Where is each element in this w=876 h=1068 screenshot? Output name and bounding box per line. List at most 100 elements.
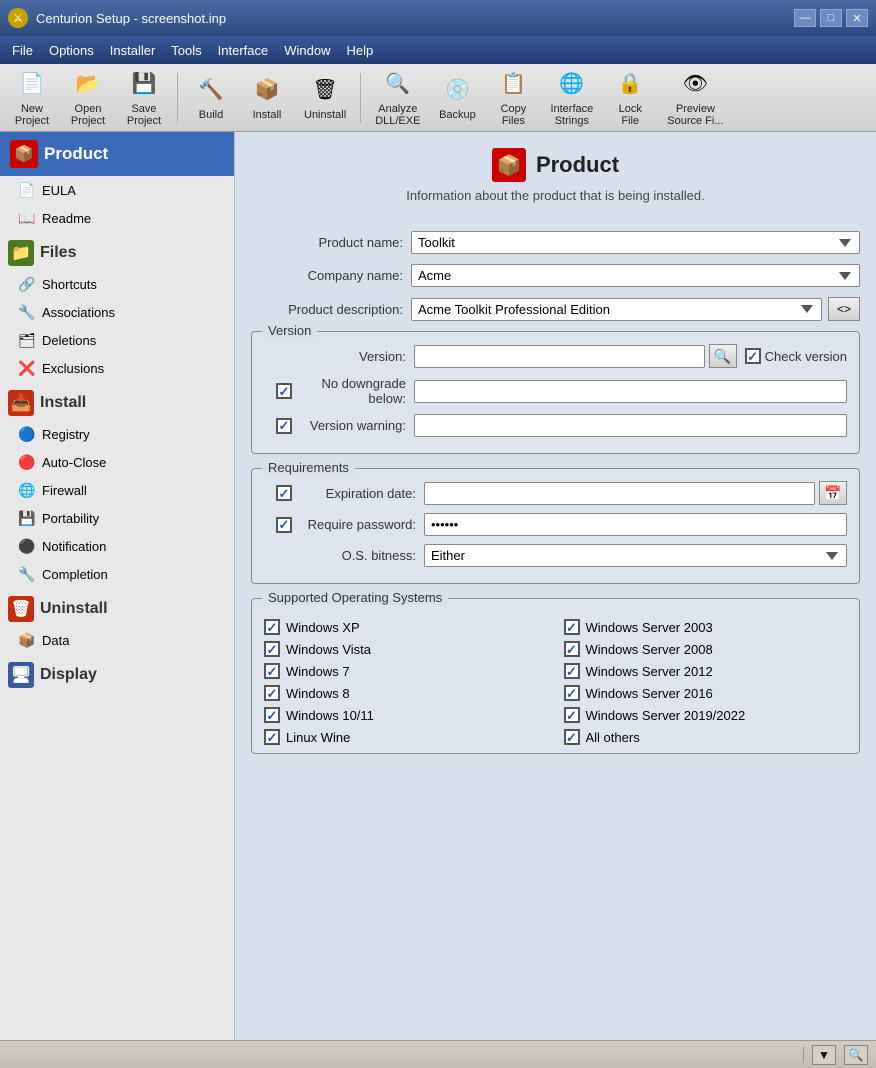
winxp-checkbox[interactable] [264,619,280,635]
backup-button[interactable]: 💿 Backup [431,69,483,126]
no-downgrade-label: No downgrade below: [304,376,414,406]
open-project-button[interactable]: 📂 OpenProject [62,63,114,132]
sidebar-item-readme[interactable]: 📖 Readme [0,204,234,232]
winserver2008-checkbox[interactable] [564,641,580,657]
interface-strings-button[interactable]: 🌐 InterfaceStrings [543,63,600,132]
require-password-input[interactable]: ****** [424,513,847,536]
uninstall-label: Uninstall [304,109,346,121]
status-separator [803,1047,804,1063]
analyze-dll-label: AnalyzeDLL/EXE [375,103,420,127]
menu-help[interactable]: Help [339,40,382,61]
win7-checkbox[interactable] [264,663,280,679]
linuxwine-checkbox[interactable] [264,729,280,745]
no-downgrade-input[interactable]: 1.0 [414,380,847,403]
uninstall-button[interactable]: 🗑 Uninstall [297,69,353,126]
sidebar-section-files[interactable]: 📁 Files [0,232,234,270]
no-downgrade-checkbox[interactable] [276,383,292,399]
sidebar-item-auto-close[interactable]: 🔴 Auto-Close [0,448,234,476]
expression-button[interactable]: <> [828,297,860,321]
win1011-checkbox[interactable] [264,707,280,723]
status-dropdown-button[interactable]: ▼ [812,1045,836,1065]
winserver2019-checkbox[interactable] [564,707,580,723]
winvista-checkbox[interactable] [264,641,280,657]
install-button[interactable]: 📦 Install [241,69,293,126]
menu-installer[interactable]: Installer [102,40,164,61]
associations-icon: 🔧 [18,303,36,321]
version-input[interactable]: 2.1 [414,345,705,368]
check-version-wrap: Check version [745,348,847,364]
save-project-button[interactable]: 💾 SaveProject [118,63,170,132]
calendar-button[interactable]: 📅 [819,481,847,505]
auto-close-icon: 🔴 [18,453,36,471]
menu-tools[interactable]: Tools [163,40,209,61]
sidebar-item-notification[interactable]: ⚫ Notification [0,532,234,560]
version-warning-input[interactable]: 2.0 [414,414,847,437]
supported-os-group: Supported Operating Systems Windows XP W… [251,598,860,754]
os-bitness-label: O.S. bitness: [304,548,424,563]
backup-icon: 💿 [441,74,473,106]
expiration-checkbox[interactable] [276,485,292,501]
sidebar-section-install[interactable]: 📥 Install [0,382,234,420]
sidebar-item-completion[interactable]: 🔧 Completion [0,560,234,588]
os-item-win7: Windows 7 [264,663,548,679]
maximize-button[interactable]: □ [820,9,842,27]
toolbar-separator-2 [360,73,361,123]
expiration-input[interactable]: 12/21/2017 [424,482,815,505]
version-browse-button[interactable]: 🔍 [709,344,737,368]
close-button[interactable]: ✕ [846,9,868,27]
os-item-winserver2003: Windows Server 2003 [564,619,848,635]
sidebar-item-product[interactable]: 📦 Product [0,132,234,176]
new-project-button[interactable]: 📄 NewProject [6,63,58,132]
copy-files-icon: 📋 [497,68,529,100]
lock-file-button[interactable]: 🔒 LockFile [604,63,656,132]
win7-label: Windows 7 [286,664,350,679]
winserver2008-label: Windows Server 2008 [586,642,713,657]
minimize-button[interactable]: — [794,9,816,27]
sidebar-item-deletions[interactable]: 🗂 Deletions [0,326,234,354]
product-desc-select[interactable]: Acme Toolkit Professional Edition [411,298,822,321]
sidebar-item-associations[interactable]: 🔧 Associations [0,298,234,326]
linuxwine-label: Linux Wine [286,730,350,745]
copy-files-button[interactable]: 📋 CopyFiles [487,63,539,132]
allothers-checkbox[interactable] [564,729,580,745]
expiration-label: Expiration date: [304,486,424,501]
sidebar-item-exclusions[interactable]: ❌ Exclusions [0,354,234,382]
requirements-group-title: Requirements [262,460,355,475]
winserver2003-checkbox[interactable] [564,619,580,635]
os-item-win8: Windows 8 [264,685,548,701]
company-name-select[interactable]: Acme [411,264,860,287]
menu-file[interactable]: File [4,40,41,61]
menu-interface[interactable]: Interface [210,40,277,61]
status-search-button[interactable]: 🔍 [844,1045,868,1065]
winserver2012-checkbox[interactable] [564,663,580,679]
sidebar-item-shortcuts[interactable]: 🔗 Shortcuts [0,270,234,298]
win8-checkbox[interactable] [264,685,280,701]
require-password-label: Require password: [304,517,424,532]
analyze-dll-button[interactable]: 🔍 AnalyzeDLL/EXE [368,63,427,132]
os-bitness-control: Either 32-bit 64-bit [424,544,847,567]
menu-window[interactable]: Window [276,40,338,61]
build-button[interactable]: 🔨 Build [185,69,237,126]
sidebar-item-registry[interactable]: 🔵 Registry [0,420,234,448]
expiration-check-cell [264,485,304,501]
install-section-icon: 📥 [8,390,34,416]
menu-options[interactable]: Options [41,40,102,61]
winserver2016-checkbox[interactable] [564,685,580,701]
sidebar-item-portability[interactable]: 💾 Portability [0,504,234,532]
os-item-linuxwine: Linux Wine [264,729,548,745]
preview-source-button[interactable]: 👁 PreviewSource Fi... [660,63,730,132]
winserver2012-label: Windows Server 2012 [586,664,713,679]
sidebar-section-uninstall[interactable]: 🗑 Uninstall [0,588,234,626]
sidebar-item-firewall[interactable]: 🌐 Firewall [0,476,234,504]
product-name-select[interactable]: Toolkit [411,231,860,254]
require-password-checkbox[interactable] [276,517,292,533]
lock-file-icon: 🔒 [614,68,646,100]
no-downgrade-check-cell [264,383,304,399]
version-input-wrap: 2.1 [414,345,705,368]
version-warning-checkbox[interactable] [276,418,292,434]
os-bitness-select[interactable]: Either 32-bit 64-bit [424,544,847,567]
check-version-checkbox[interactable] [745,348,761,364]
sidebar-item-data[interactable]: 📦 Data [0,626,234,654]
sidebar-section-display[interactable]: 🖥 Display [0,654,234,692]
sidebar-item-eula[interactable]: 📄 EULA [0,176,234,204]
